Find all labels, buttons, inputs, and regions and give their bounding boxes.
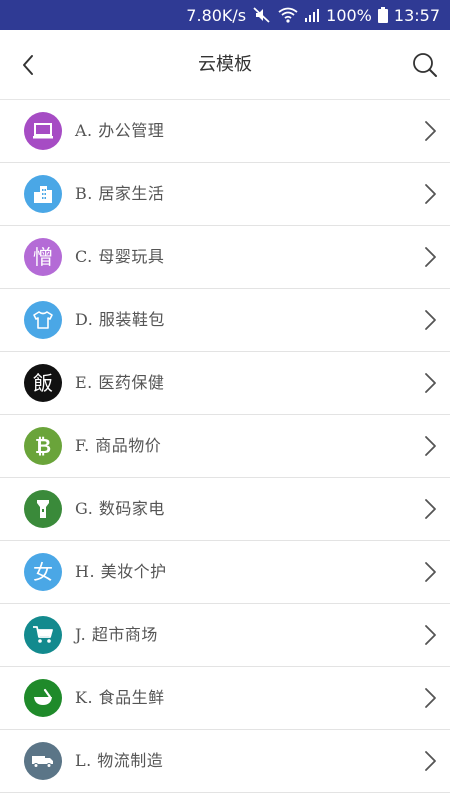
list-item[interactable]: K. 食品生鲜	[0, 667, 450, 730]
chevron-right-icon	[425, 436, 436, 456]
list-item-label: A. 办公管理	[75, 121, 165, 140]
battery-percent: 100%	[326, 5, 372, 25]
list-item[interactable]: 女 H. 美妆个护	[0, 541, 450, 604]
category-list: A. 办公管理 B. 居家生活 憎 C. 母婴玩具 D. 服装鞋包 飯 E. 医…	[0, 100, 450, 793]
icon-glyph: 女	[33, 560, 53, 584]
page-title: 云模板	[198, 54, 252, 75]
list-item[interactable]: L. 物流制造	[0, 730, 450, 793]
list-item-label: D. 服装鞋包	[75, 310, 165, 329]
list-item[interactable]: 飯 E. 医药保健	[0, 352, 450, 415]
chevron-right-icon	[425, 751, 436, 771]
list-item-label: B. 居家生活	[75, 184, 165, 203]
app-header: 云模板	[0, 30, 450, 100]
truck-icon	[24, 742, 62, 780]
chevron-right-icon	[425, 310, 436, 330]
list-item-label: G. 数码家电	[75, 499, 165, 518]
bitcoin-icon: ₿	[24, 427, 62, 465]
list-item[interactable]: A. 办公管理	[0, 100, 450, 163]
icon-glyph: 憎	[33, 245, 53, 269]
list-item-label: F. 商品物价	[75, 436, 162, 455]
chevron-right-icon	[425, 625, 436, 645]
icon-glyph: 飯	[33, 371, 53, 395]
chevron-right-icon	[425, 688, 436, 708]
search-icon	[413, 53, 437, 77]
back-button[interactable]	[14, 50, 42, 80]
chevron-right-icon	[425, 247, 436, 267]
battery-icon	[377, 7, 388, 23]
search-button[interactable]	[408, 48, 442, 82]
clock: 13:57	[393, 5, 440, 25]
flashlight-icon	[24, 490, 62, 528]
list-item[interactable]: J. 超市商场	[0, 604, 450, 667]
laptop-icon	[24, 112, 62, 150]
status-bar: 7.80K/s 100% 13:57	[0, 0, 450, 30]
chevron-right-icon	[425, 373, 436, 393]
mortar-bowl-icon	[24, 679, 62, 717]
chevron-left-icon	[23, 55, 33, 75]
list-item[interactable]: B. 居家生活	[0, 163, 450, 226]
list-item-label: L. 物流制造	[75, 751, 164, 770]
list-item-label: J. 超市商场	[75, 625, 158, 644]
list-item-label: K. 食品生鲜	[75, 688, 165, 707]
cjk-glyph-icon: 憎	[24, 238, 62, 276]
wifi-icon	[278, 7, 298, 23]
cart-icon	[24, 616, 62, 654]
list-item[interactable]: D. 服装鞋包	[0, 289, 450, 352]
list-item-label: H. 美妆个护	[75, 562, 167, 581]
list-item-label: C. 母婴玩具	[75, 247, 165, 266]
cjk-glyph-icon: 女	[24, 553, 62, 591]
list-item[interactable]: ₿ F. 商品物价	[0, 415, 450, 478]
signal-icon	[304, 8, 320, 22]
buildings-icon	[24, 175, 62, 213]
list-item[interactable]: 憎 C. 母婴玩具	[0, 226, 450, 289]
list-item[interactable]: G. 数码家电	[0, 478, 450, 541]
chevron-right-icon	[425, 184, 436, 204]
chevron-right-icon	[425, 121, 436, 141]
cjk-glyph-icon: 飯	[24, 364, 62, 402]
network-speed: 7.80K/s	[186, 5, 247, 25]
list-item-label: E. 医药保健	[75, 373, 165, 392]
mute-icon	[252, 6, 272, 24]
chevron-right-icon	[425, 562, 436, 582]
chevron-right-icon	[425, 499, 436, 519]
tshirt-icon	[24, 301, 62, 339]
